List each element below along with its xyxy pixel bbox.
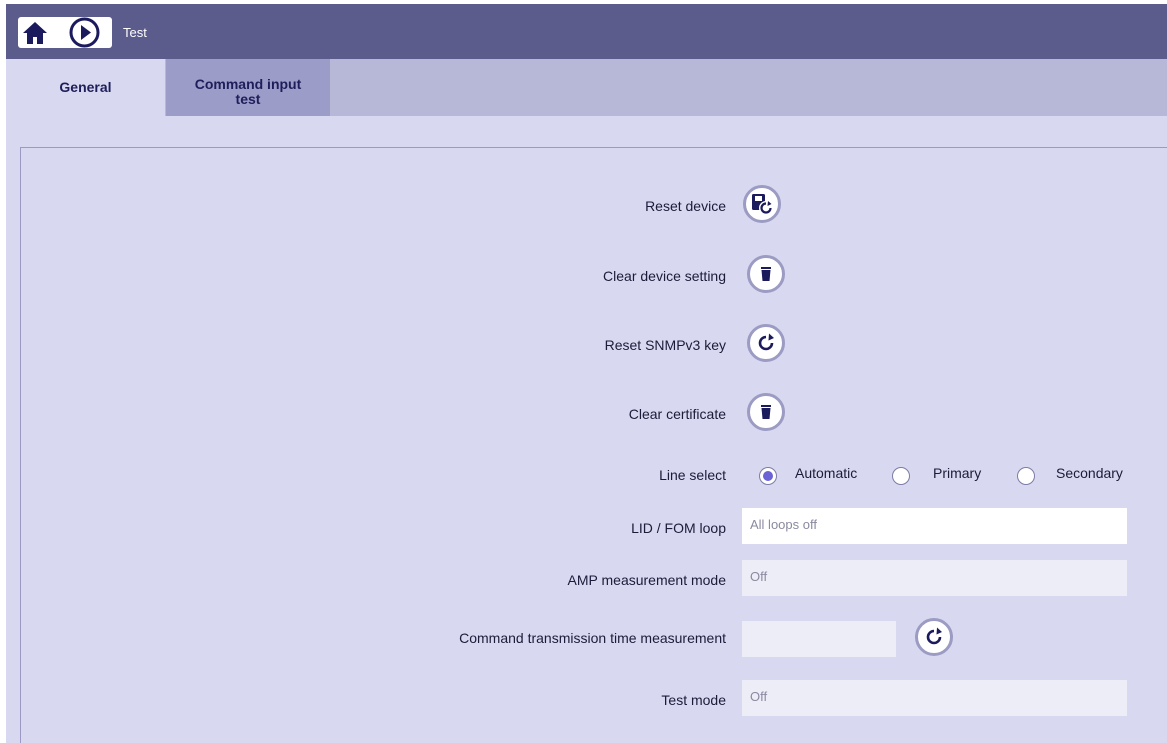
trash-icon bbox=[761, 405, 771, 419]
reset-snmpv3-key-button[interactable] bbox=[747, 324, 785, 362]
trash-icon bbox=[761, 267, 771, 281]
app-window: Test General Command input test Reset de… bbox=[6, 4, 1167, 743]
top-bar: Test bbox=[6, 4, 1167, 59]
lid-fom-loop-select[interactable]: All loops off bbox=[742, 508, 1127, 544]
clear-certificate-label: Clear certificate bbox=[628, 406, 726, 422]
tab-general[interactable]: General bbox=[6, 59, 165, 116]
command-transmission-time-button[interactable] bbox=[915, 618, 953, 656]
clear-device-setting-label: Clear device setting bbox=[603, 268, 726, 284]
radio-secondary-label: Secondary bbox=[1056, 465, 1123, 481]
reset-snmpv3-key-label: Reset SNMPv3 key bbox=[604, 337, 726, 353]
amp-measurement-mode-label: AMP measurement mode bbox=[567, 572, 726, 588]
settings-panel bbox=[20, 147, 1167, 743]
page-title: Test bbox=[123, 25, 147, 40]
play-forward-icon[interactable] bbox=[69, 17, 100, 48]
lid-fom-loop-label: LID / FOM loop bbox=[631, 520, 726, 536]
clear-device-setting-button[interactable] bbox=[747, 255, 785, 293]
reset-device-button[interactable] bbox=[743, 185, 781, 223]
refresh-icon bbox=[926, 627, 942, 645]
radio-primary[interactable] bbox=[892, 467, 910, 485]
command-transmission-time-label: Command transmission time measurement bbox=[459, 630, 726, 646]
refresh-icon bbox=[758, 333, 774, 351]
command-transmission-time-field bbox=[742, 621, 896, 657]
test-mode-field[interactable]: Off bbox=[742, 680, 1127, 716]
tab-command-input-test-label: Command input test bbox=[195, 77, 302, 107]
tab-bar: General Command input test bbox=[6, 59, 1167, 116]
tab-label-line1: Command input bbox=[194, 76, 302, 92]
nav-icons bbox=[18, 17, 112, 48]
radio-secondary[interactable] bbox=[1017, 467, 1035, 485]
tab-label-line2: test bbox=[235, 91, 261, 107]
device-reset-icon bbox=[752, 194, 773, 215]
clear-certificate-button[interactable] bbox=[747, 393, 785, 431]
radio-primary-label: Primary bbox=[933, 465, 982, 481]
home-icon[interactable] bbox=[22, 21, 48, 45]
radio-automatic-label: Automatic bbox=[795, 465, 858, 481]
reset-device-label: Reset device bbox=[645, 198, 726, 214]
amp-measurement-mode-field[interactable]: Off bbox=[742, 560, 1127, 596]
radio-automatic[interactable] bbox=[759, 467, 777, 485]
test-mode-label: Test mode bbox=[661, 692, 726, 708]
tab-command-input-test[interactable]: Command input test bbox=[166, 59, 330, 116]
line-select-label: Line select bbox=[659, 467, 726, 483]
tab-general-label: General bbox=[59, 79, 112, 95]
